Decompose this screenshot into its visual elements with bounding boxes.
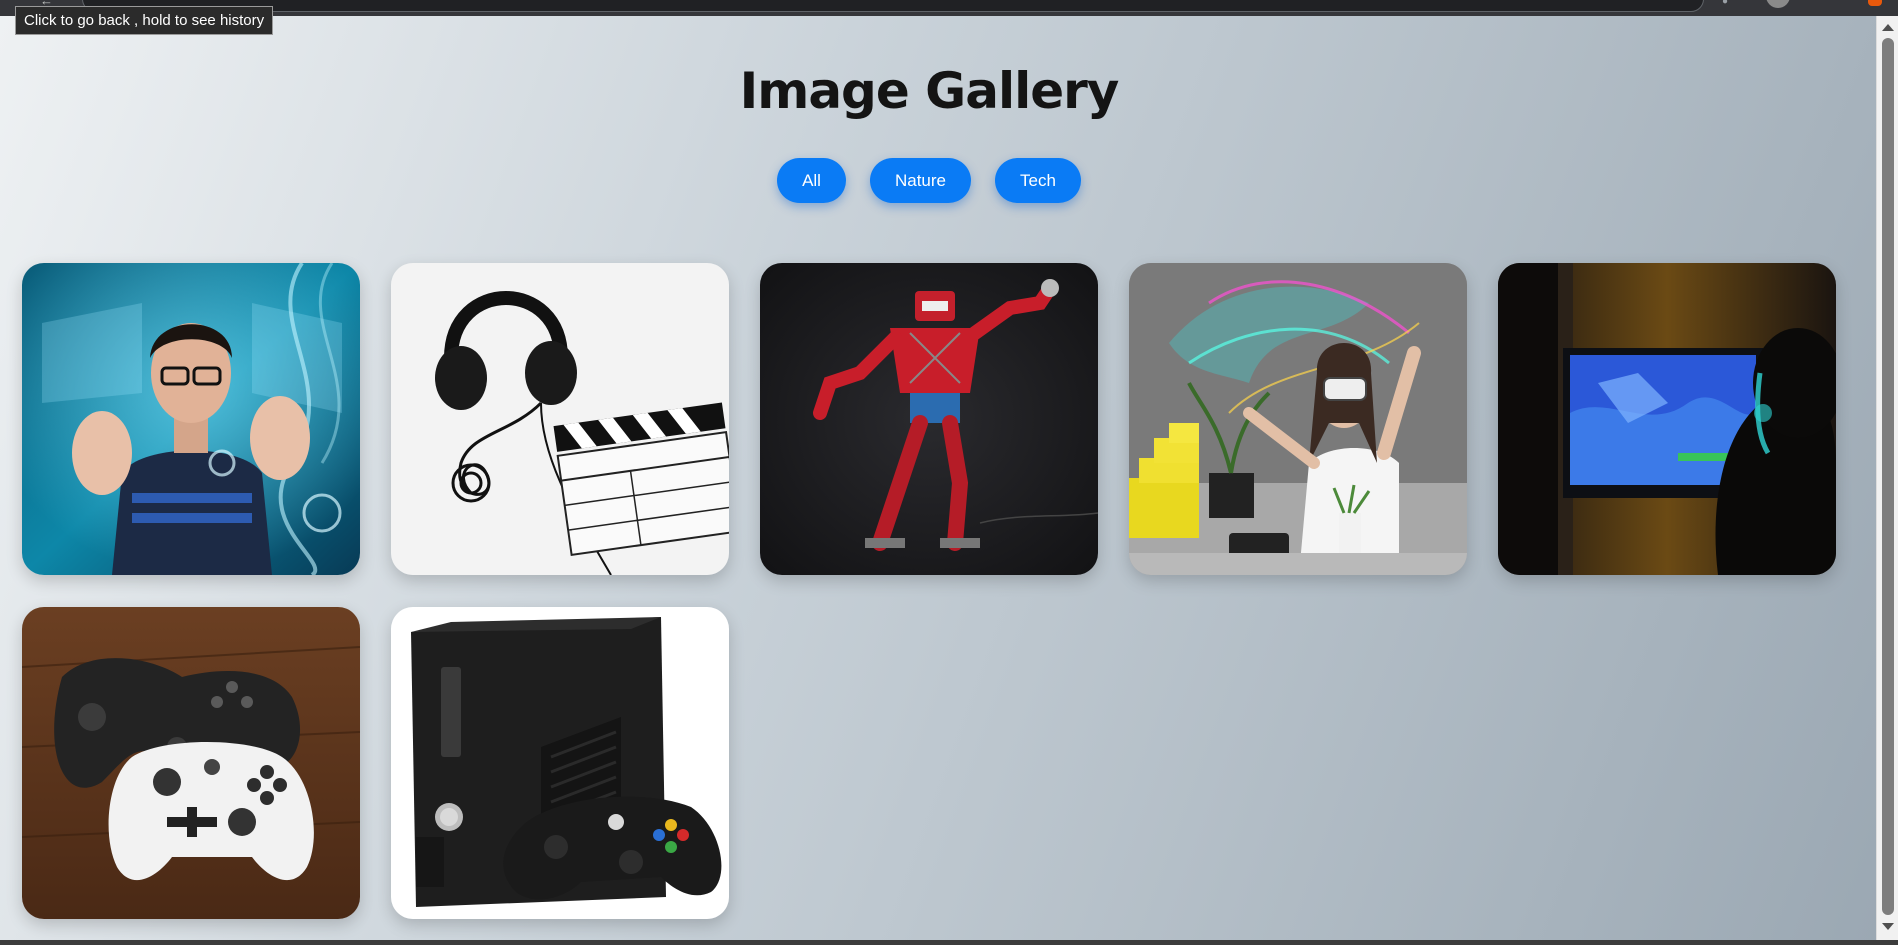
filter-bar: All Nature Tech	[0, 158, 1858, 203]
gallery-image-hologram-man[interactable]	[22, 263, 360, 575]
headphones-image	[391, 263, 729, 575]
filter-tech-button[interactable]: Tech	[995, 158, 1081, 203]
controllers-image	[22, 607, 360, 919]
gallery-image-xbox-360[interactable]	[391, 607, 729, 919]
vr-woman-image	[1129, 263, 1467, 575]
gallery-image-red-robot[interactable]	[760, 263, 1098, 575]
xbox-360-image	[391, 607, 729, 919]
page-title: Image Gallery	[739, 62, 1120, 120]
scroll-up-arrow-icon[interactable]	[1882, 24, 1894, 31]
filter-all-button[interactable]: All	[777, 158, 846, 203]
extension-icon[interactable]: ●	[1722, 0, 1734, 7]
image-gallery	[22, 263, 1840, 919]
hologram-man-image	[22, 263, 360, 575]
filter-nature-button[interactable]: Nature	[869, 158, 971, 203]
browser-toolbar: ← ●	[0, 0, 1898, 16]
gallery-image-controllers[interactable]	[22, 607, 360, 919]
back-button-tooltip: Click to go back , hold to see history	[15, 6, 274, 35]
profile-avatar-icon[interactable]	[1766, 0, 1790, 8]
gamer-tv-image	[1498, 263, 1836, 575]
page-viewport: Image Gallery All Nature Tech	[0, 16, 1876, 940]
gallery-image-vr-woman[interactable]	[1129, 263, 1467, 575]
window-bottom-edge	[0, 940, 1898, 945]
vertical-scrollbar[interactable]	[1876, 16, 1898, 940]
scroll-down-arrow-icon[interactable]	[1882, 923, 1894, 930]
address-bar[interactable]	[82, 0, 1704, 12]
gallery-image-gamer-tv[interactable]	[1498, 263, 1836, 575]
extension-badge-icon[interactable]	[1868, 0, 1882, 6]
red-robot-image	[760, 263, 1098, 575]
scrollbar-thumb[interactable]	[1882, 38, 1894, 915]
gallery-image-headphones[interactable]	[391, 263, 729, 575]
